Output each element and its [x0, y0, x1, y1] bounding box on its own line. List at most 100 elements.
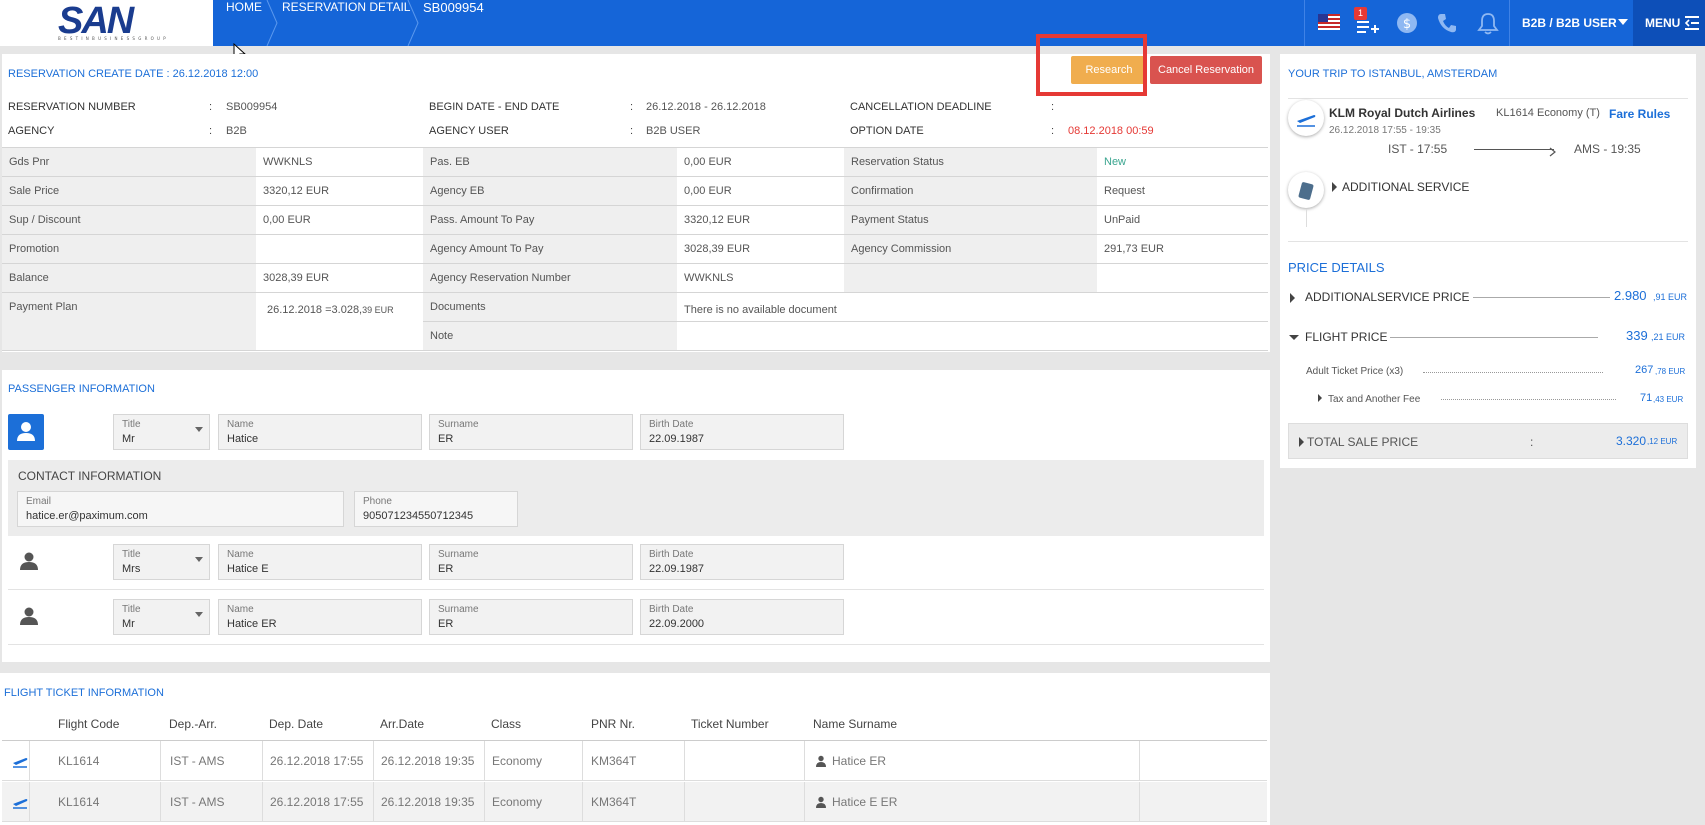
flight-date-range: 26.12.2018 17:55 - 19:35 [1329, 125, 1441, 136]
cell-dep-date: 26.12.2018 17:55 [270, 754, 364, 768]
grid-label: Reservation Status [844, 147, 1097, 177]
birth-date-field[interactable]: Birth Date 22.09.2000 [640, 599, 844, 635]
field-value: Hatice E [227, 563, 269, 575]
menu-icon [1683, 14, 1701, 32]
fare-rules-link[interactable]: Fare Rules [1609, 107, 1670, 121]
field-label: Birth Date [649, 604, 694, 615]
divider [1473, 297, 1610, 298]
field-label: Name [227, 419, 254, 430]
plane-icon [1288, 100, 1324, 136]
divider [1390, 337, 1598, 338]
highlight-box [1036, 34, 1147, 96]
additional-service-toggle[interactable]: ADDITIONAL SERVICE [1342, 180, 1469, 194]
field-value: 22.09.1987 [649, 563, 705, 575]
name-field[interactable]: Name Hatice [218, 414, 422, 450]
adult-ticket-price-decimal: ,78 EUR [1655, 367, 1686, 376]
divider [373, 782, 374, 822]
menu-button[interactable]: MENU [1633, 0, 1705, 46]
title-select[interactable]: Title Mrs [113, 544, 210, 580]
divider [262, 782, 263, 822]
birth-date-field[interactable]: Birth Date 22.09.1987 [640, 544, 844, 580]
field-label: Surname [438, 604, 479, 615]
trip-title: YOUR TRIP TO ISTANBUL, AMSTERDAM [1288, 68, 1498, 80]
grid-value: 0,00 EUR [256, 205, 423, 235]
passenger-panel: PASSENGER INFORMATION Title Mr Name Hatice… [2, 370, 1270, 662]
bell-icon[interactable] [1477, 11, 1499, 35]
breadcrumb-current: SB009954 [423, 0, 484, 15]
field-value: Mr [122, 618, 135, 630]
grid-label: Agency Commission [844, 234, 1097, 264]
price-details-title: PRICE DETAILS [1288, 260, 1385, 275]
tax-fee-label[interactable]: Tax and Another Fee [1328, 394, 1420, 405]
colon: : [630, 101, 634, 113]
column-header: Ticket Number [691, 717, 769, 731]
grid-value [256, 234, 423, 264]
table-row[interactable]: KL1614 IST - AMS 26.12.2018 17:55 26.12.… [2, 741, 1267, 781]
field-value: Hatice [227, 433, 259, 445]
total-sale-price-row[interactable]: TOTAL SALE PRICE : 3.320 ,12 EUR [1288, 423, 1688, 459]
passenger-section-title: PASSENGER INFORMATION [8, 383, 155, 395]
cell-dep-arr: IST - AMS [170, 795, 225, 809]
column-header: Name Surname [813, 717, 898, 731]
grid-value: WWKNLS [677, 263, 844, 293]
cancel-reservation-button[interactable]: Cancel Reservation [1150, 56, 1262, 84]
note-value [677, 321, 1268, 351]
payment-plan-amount: 26.12.2018 =3.028, [267, 304, 363, 316]
grid-label: Balance [2, 263, 256, 293]
title-select[interactable]: Title Mr [113, 599, 210, 635]
email-field[interactable]: Email hatice.er@paximum.com [17, 491, 344, 527]
flight-ticket-title: FLIGHT TICKET INFORMATION [4, 687, 164, 699]
breadcrumb-home[interactable]: HOME [226, 0, 262, 46]
phone-field[interactable]: Phone 905071234550712345 [354, 491, 518, 527]
birth-date-field[interactable]: Birth Date 22.09.1987 [640, 414, 844, 450]
name-field[interactable]: Name Hatice E [218, 544, 422, 580]
field-label: Email [26, 496, 52, 507]
name-field[interactable]: Name Hatice ER [218, 599, 422, 635]
us-flag-icon[interactable] [1318, 14, 1340, 30]
divider [1288, 241, 1688, 242]
field-value: hatice.er@paximum.com [26, 510, 148, 522]
caret-right-icon [1299, 437, 1304, 447]
user-menu[interactable]: B2B / B2B USER [1522, 16, 1617, 30]
person-icon [815, 754, 827, 767]
surname-field[interactable]: Surname ER [429, 544, 633, 580]
field-value: ER [438, 618, 454, 630]
dollar-icon[interactable]: $ [1396, 12, 1418, 34]
field-label: Phone [363, 496, 392, 507]
title-select[interactable]: Title Mr [113, 414, 210, 450]
route-line [1474, 149, 1554, 150]
grid-label: Payment Status [844, 205, 1097, 235]
divider [8, 644, 1264, 645]
value-option-date: 08.12.2018 00:59 [1068, 125, 1154, 137]
additional-service-price: 2.980 [1614, 288, 1647, 303]
payment-plan-decimal: 39 EUR [362, 305, 394, 315]
surname-field[interactable]: Surname ER [429, 599, 633, 635]
colon: : [209, 101, 213, 113]
table-row[interactable]: KL1614 IST - AMS 26.12.2018 17:55 26.12.… [2, 782, 1267, 822]
caret-down-icon [1618, 19, 1628, 25]
surname-field[interactable]: Surname ER [429, 414, 633, 450]
divider [160, 741, 161, 781]
phone-icon[interactable] [1436, 12, 1458, 34]
divider [1509, 0, 1510, 46]
breadcrumb-reservation-detail[interactable]: RESERVATION DETAIL [282, 0, 410, 46]
field-label: Birth Date [649, 419, 694, 430]
divider [804, 741, 805, 781]
adult-ticket-price-label: Adult Ticket Price (x3) [1306, 366, 1404, 377]
field-value: 22.09.1987 [649, 433, 705, 445]
divider [1304, 0, 1305, 46]
logo[interactable]: SAN B E S T I N B U S I N E S S G R O U … [0, 0, 213, 46]
flight-price-label[interactable]: FLIGHT PRICE [1305, 330, 1387, 344]
flight-price-decimal: ,21 EUR [1651, 332, 1686, 342]
svg-text:$: $ [1403, 17, 1411, 32]
additional-service-price-label[interactable]: ADDITIONALSERVICE PRICE [1305, 290, 1469, 304]
field-label: Name [227, 604, 254, 615]
contact-title: CONTACT INFORMATION [18, 469, 162, 483]
label-begin-end-date: BEGIN DATE - END DATE [429, 101, 560, 113]
cell-class: Economy [492, 795, 543, 809]
field-value: Hatice ER [227, 618, 277, 630]
logo-tagline: B E S T I N B U S I N E S S G R O U P [58, 36, 167, 41]
grid-label: Agency Amount To Pay [423, 234, 677, 264]
field-label: Birth Date [649, 549, 694, 560]
field-value: ER [438, 433, 454, 445]
